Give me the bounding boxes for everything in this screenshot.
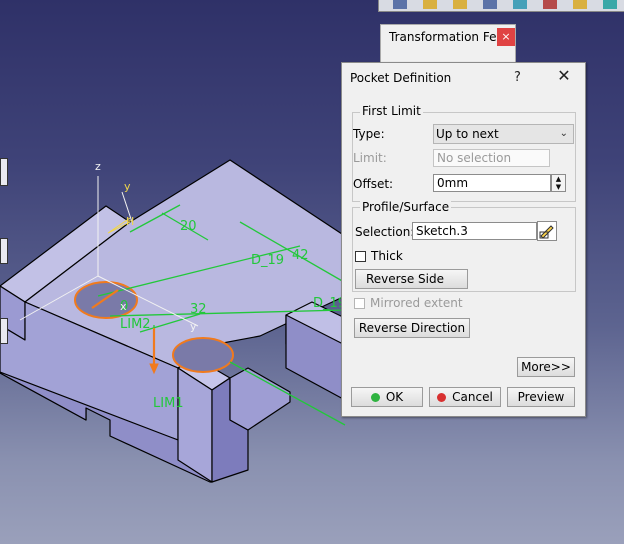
reverse-direction-button[interactable]: Reverse Direction	[354, 318, 470, 338]
sketch-edit-icon[interactable]	[537, 221, 557, 241]
axis-y2-label: y	[190, 320, 197, 333]
selection-field[interactable]: Sketch.3	[412, 222, 537, 240]
reverse-side-button[interactable]: Reverse Side	[355, 269, 468, 289]
side-tab[interactable]	[0, 158, 8, 186]
chevron-down-icon: ⌄	[559, 128, 568, 139]
axis-z-label: z	[95, 160, 101, 173]
part-body[interactable]	[0, 159, 346, 483]
pocket-definition-dialog[interactable]: Pocket Definition ? ✕ First Limit Type: …	[341, 62, 586, 417]
side-tab[interactable]	[0, 238, 8, 264]
help-icon[interactable]: ?	[514, 70, 521, 85]
toolbar-button[interactable]	[393, 0, 407, 9]
more-button[interactable]: More>>	[517, 357, 575, 377]
offset-field[interactable]: 0mm	[433, 174, 551, 192]
toolbar-strip	[378, 0, 624, 12]
spin-up-icon[interactable]: ▲	[552, 175, 565, 183]
toolbar-button[interactable]	[573, 0, 587, 9]
axis-x-label: x	[120, 300, 127, 313]
close-icon[interactable]: ×	[497, 28, 515, 46]
type-dropdown-value: Up to next	[436, 127, 499, 141]
cancel-icon	[437, 393, 447, 402]
selection-label: Selection:	[355, 225, 415, 239]
type-dropdown[interactable]: Up to next ⌄	[433, 124, 574, 144]
offset-spinner[interactable]: ▲ ▼	[551, 174, 566, 192]
ok-icon	[370, 393, 380, 402]
ok-label: OK	[385, 390, 404, 404]
lim2-label: LIM2	[120, 317, 151, 332]
limit-field[interactable]: No selection	[433, 149, 550, 167]
dim-42-label: 42	[292, 248, 309, 263]
dim-32-label: 32	[190, 302, 207, 317]
transformation-window[interactable]: Transformation Fe... ×	[380, 24, 516, 66]
type-label: Type:	[353, 127, 385, 141]
side-tab[interactable]	[0, 318, 8, 344]
cancel-button[interactable]: Cancel	[429, 387, 501, 407]
preview-button[interactable]: Preview	[507, 387, 575, 407]
dialog-title: Pocket Definition	[350, 71, 452, 85]
toolbar-button[interactable]	[543, 0, 557, 9]
d19-label-a: D_19	[251, 253, 284, 268]
mirrored-extent-label: Mirrored extent	[370, 296, 463, 310]
lim1-label: LIM1	[153, 396, 184, 411]
pocket-circle-right[interactable]	[172, 337, 234, 373]
toolbar-button[interactable]	[453, 0, 467, 9]
mirrored-extent-checkbox[interactable]	[354, 298, 365, 309]
slot-floor	[229, 367, 291, 431]
thick-checkbox[interactable]	[355, 251, 366, 262]
toolbar-button[interactable]	[423, 0, 437, 9]
toolbar-button[interactable]	[483, 0, 497, 9]
offset-label: Offset:	[353, 177, 394, 191]
ok-button[interactable]: OK	[351, 387, 423, 407]
axis-y-label: y	[124, 180, 131, 193]
thick-label: Thick	[371, 249, 403, 263]
first-limit-label: First Limit	[360, 104, 423, 118]
limit-label: Limit:	[353, 151, 387, 165]
close-icon[interactable]: ✕	[555, 67, 573, 85]
axis-h-label: H	[126, 215, 134, 228]
toolbar-button[interactable]	[603, 0, 617, 9]
cancel-label: Cancel	[452, 390, 493, 404]
dim-20-label: 20	[180, 219, 197, 234]
toolbar-button[interactable]	[513, 0, 527, 9]
profile-surface-label: Profile/Surface	[360, 200, 452, 214]
transformation-title: Transformation Fe...	[389, 30, 508, 44]
spin-down-icon[interactable]: ▼	[552, 183, 565, 191]
